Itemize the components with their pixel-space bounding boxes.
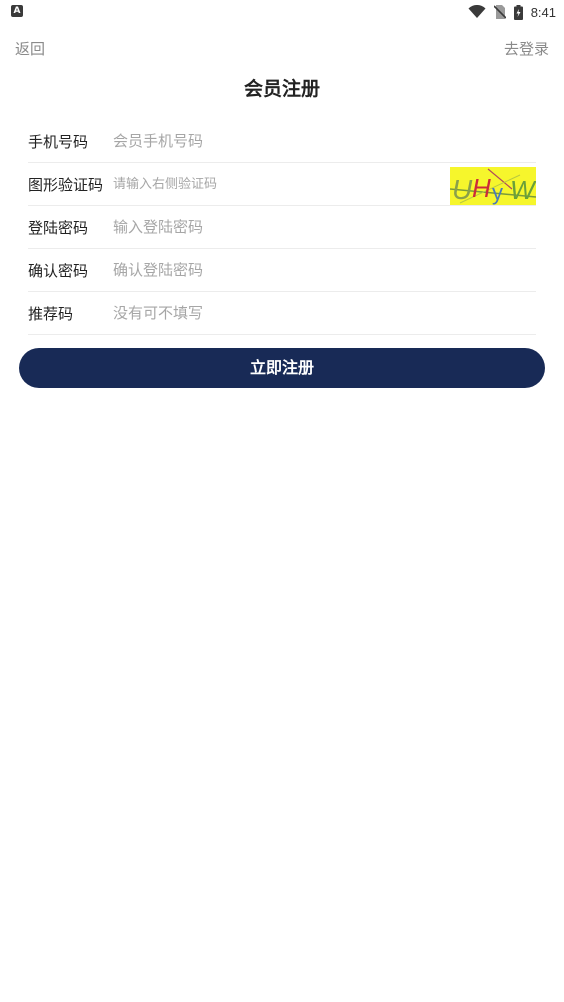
referral-label: 推荐码	[28, 304, 74, 323]
captcha-row: 图形验证码 U H y W	[28, 163, 536, 206]
captcha-graphic: U H y W	[450, 168, 536, 205]
confirm-password-label: 确认密码	[28, 261, 89, 280]
register-screen: A 8:41 返回 去登录 会员注册 手机号码 图形验证码	[0, 0, 564, 1002]
password-label: 登陆密码	[28, 218, 89, 237]
captcha-label: 图形验证码	[28, 175, 104, 194]
password-row: 登陆密码	[28, 206, 536, 249]
phone-row: 手机号码	[28, 120, 536, 163]
captcha-char-2: H	[472, 173, 491, 203]
go-login-button[interactable]: 去登录	[504, 38, 549, 59]
confirm-password-row: 确认密码	[28, 249, 536, 292]
wifi-icon	[468, 5, 486, 18]
back-button[interactable]: 返回	[15, 38, 45, 59]
register-form: 手机号码 图形验证码 U H y W 登陆密码	[28, 120, 536, 335]
phone-label: 手机号码	[28, 132, 89, 151]
status-bar: A 8:41	[0, 0, 564, 24]
confirm-password-input[interactable]	[113, 255, 536, 285]
status-icons: 8:41	[468, 2, 556, 22]
register-button[interactable]: 立即注册	[19, 348, 545, 388]
phone-input[interactable]	[113, 126, 536, 156]
referral-row: 推荐码	[28, 292, 536, 335]
password-input[interactable]	[113, 212, 536, 242]
captcha-char-3: y	[492, 180, 503, 205]
app-notification-icon: A	[11, 5, 23, 17]
referral-input[interactable]	[113, 298, 536, 328]
page-title: 会员注册	[243, 78, 320, 100]
no-sim-icon	[493, 5, 506, 19]
status-time: 8:41	[530, 4, 556, 20]
captcha-image[interactable]: U H y W	[450, 167, 536, 205]
captcha-char-4: W	[510, 175, 536, 205]
captcha-char-1: U	[452, 174, 473, 205]
battery-icon	[513, 4, 523, 20]
